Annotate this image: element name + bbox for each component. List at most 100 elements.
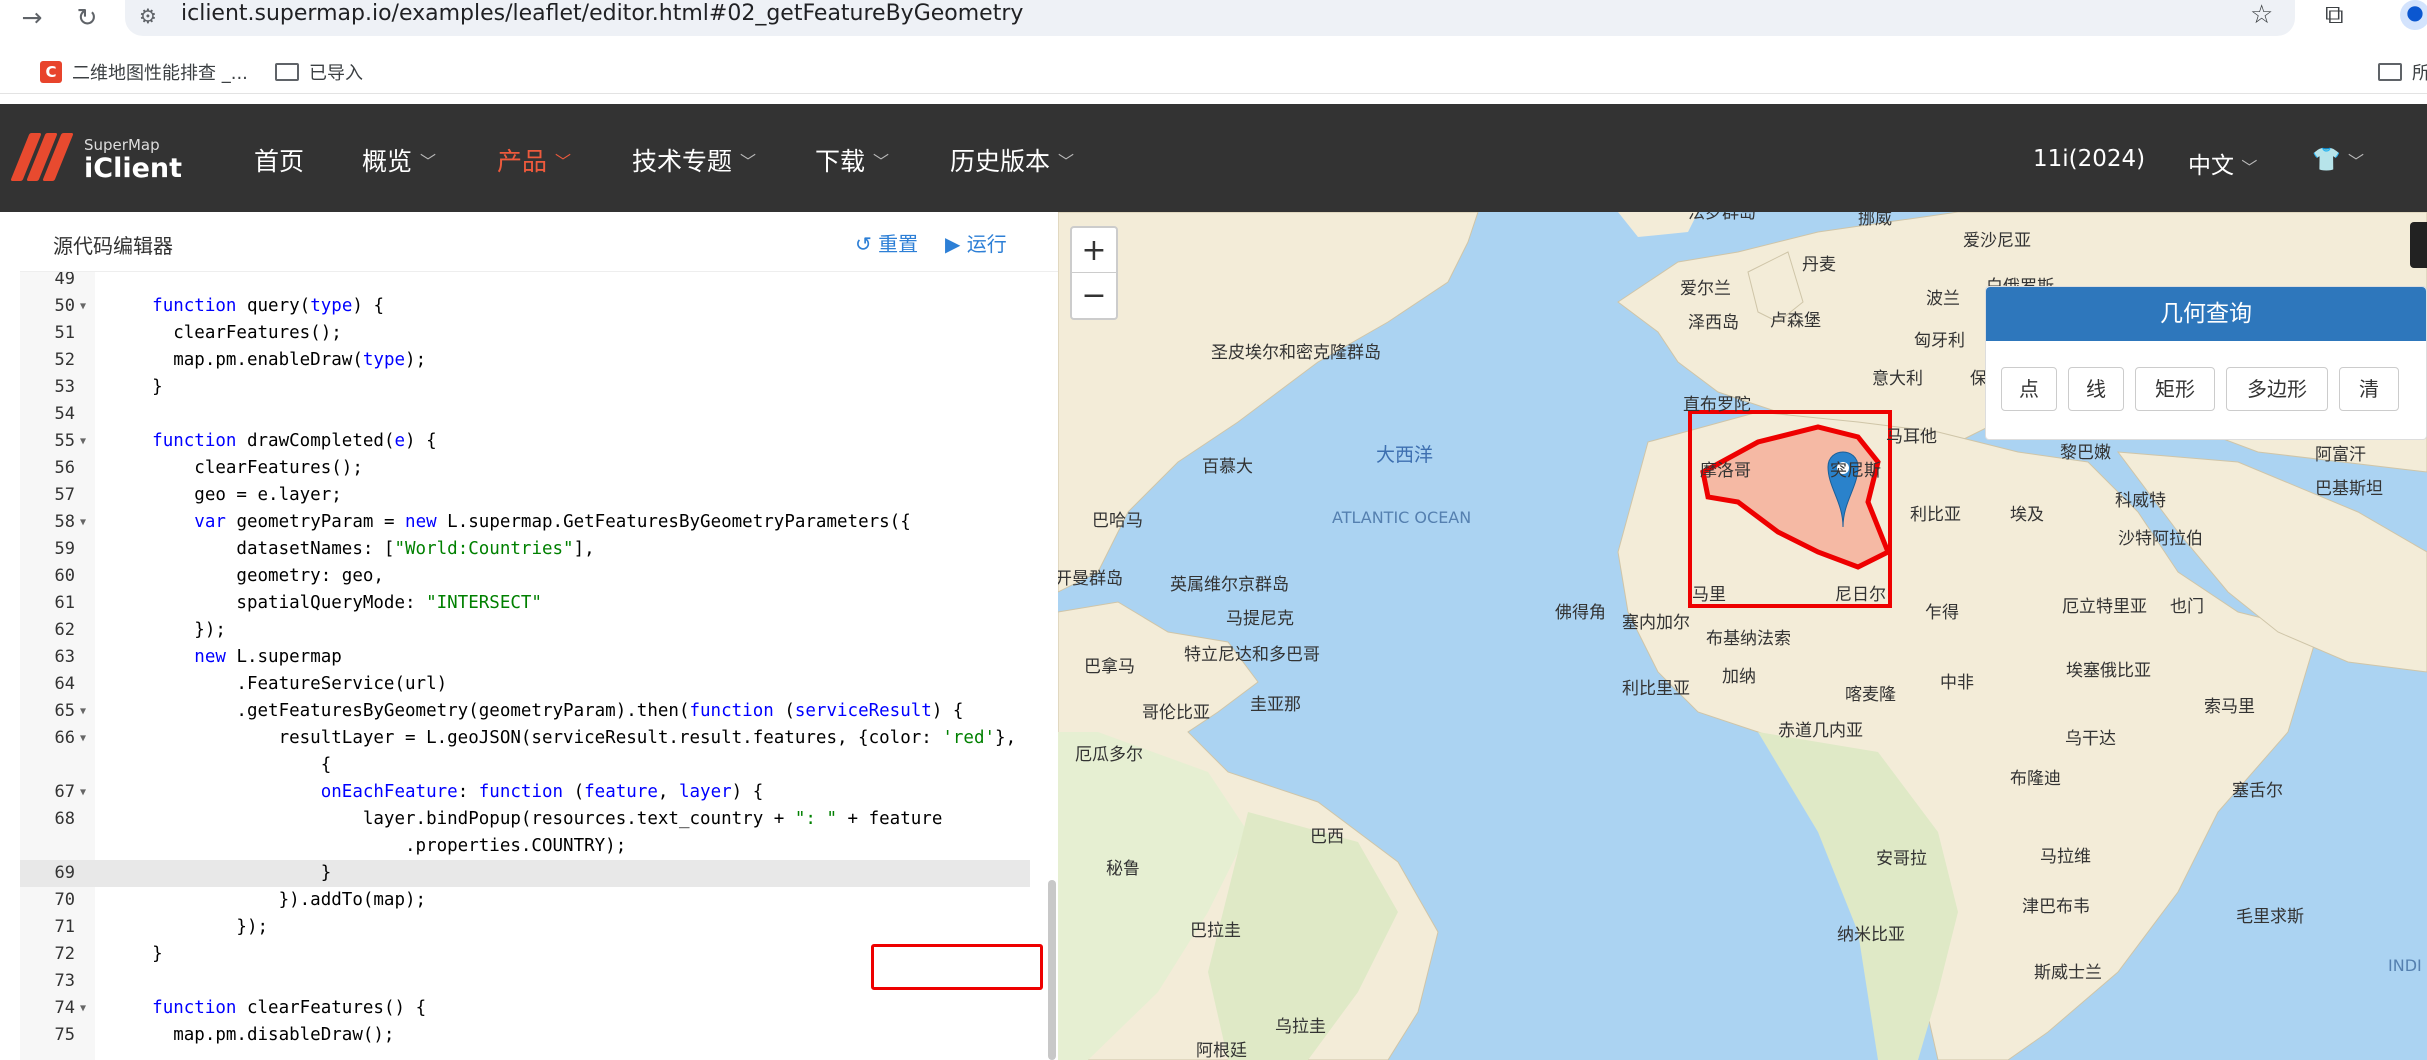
- query-line-button[interactable]: 线: [2068, 367, 2124, 411]
- code-line[interactable]: 66 ▼ resultLayer = L.geoJSON(serviceResul…: [20, 725, 1030, 752]
- code-line[interactable]: 63 new L.supermap: [20, 644, 1030, 671]
- nav-download[interactable]: 下载 ﹀: [815, 142, 889, 178]
- profile-avatar[interactable]: ●: [2400, 0, 2427, 30]
- code-line[interactable]: 59 datasetNames: ["World:Countries"],: [20, 536, 1030, 563]
- map-label: 赤道几内亚: [1778, 721, 1863, 741]
- line-number: 59: [54, 539, 75, 559]
- map-label: 马耳他: [1886, 427, 1937, 447]
- address-bar[interactable]: ⚙ iclient.supermap.io/examples/leaflet/e…: [125, 0, 2295, 36]
- csdn-icon: C: [40, 61, 62, 83]
- code-line[interactable]: 54: [20, 401, 1030, 428]
- fold-icon[interactable]: ▼: [80, 428, 86, 455]
- fullscreen-button[interactable]: [2410, 222, 2427, 268]
- nav-products[interactable]: 产品 ﹀: [497, 142, 571, 178]
- map-label: 布基纳法索: [1706, 629, 1791, 649]
- code-line[interactable]: {: [20, 752, 1030, 779]
- code-text: new L.supermap: [194, 647, 342, 667]
- map-label: 尼日尔: [1835, 585, 1886, 605]
- code-line[interactable]: 65 ▼ .getFeaturesByGeometry(geometryParam…: [20, 698, 1030, 725]
- editor-title: 源代码编辑器: [53, 234, 173, 258]
- code-text: }: [110, 944, 163, 964]
- map-label: 法罗群岛: [1688, 212, 1756, 223]
- fold-icon[interactable]: ▼: [80, 698, 86, 725]
- run-button[interactable]: ▶ 运行: [945, 228, 1007, 257]
- code-line[interactable]: 57 geo = e.layer;: [20, 482, 1030, 509]
- fold-icon[interactable]: ▼: [80, 509, 86, 536]
- fold-icon[interactable]: ▼: [80, 995, 86, 1022]
- language-select[interactable]: 中文 ﹀: [2188, 146, 2257, 180]
- reset-button[interactable]: ↺ 重置: [855, 228, 918, 257]
- code-line[interactable]: 68 layer.bindPopup(resources.text_countr…: [20, 806, 1030, 833]
- code-line[interactable]: 50 ▼ function query(type) {: [20, 293, 1030, 320]
- line-number: 68: [54, 809, 75, 829]
- code-line[interactable]: 60 geometry: geo,: [20, 563, 1030, 590]
- code-line[interactable]: 70 }).addTo(map);: [20, 887, 1030, 914]
- bookmark-folder[interactable]: 已导入: [275, 59, 363, 85]
- nav-home[interactable]: 首页: [254, 142, 304, 178]
- map-label: 埃塞俄比亚: [2066, 661, 2151, 681]
- query-point-button[interactable]: 点: [2001, 367, 2057, 411]
- map-label: 马拉维: [2040, 847, 2091, 867]
- query-polygon-button[interactable]: 多边形: [2226, 367, 2328, 411]
- code-line[interactable]: 51 clearFeatures();: [20, 320, 1030, 347]
- map-label: 厄瓜多尔: [1075, 745, 1143, 765]
- map-label: 巴西: [1310, 827, 1344, 847]
- code-line[interactable]: 67 ▼ onEachFeature: function (feature, la…: [20, 779, 1030, 806]
- version-label[interactable]: 11i(2024): [2033, 146, 2145, 172]
- editor-scrollbar[interactable]: [1048, 880, 1056, 1060]
- line-number: 73: [54, 971, 75, 991]
- code-line[interactable]: 55 ▼ function drawCompleted(e) {: [20, 428, 1030, 455]
- site-info-icon[interactable]: ⚙: [139, 4, 165, 30]
- code-text: resultLayer = L.geoJSON(serviceResult.re…: [110, 728, 1017, 748]
- query-rectangle-button[interactable]: 矩形: [2135, 367, 2215, 411]
- map-label: 马提尼克: [1226, 609, 1294, 629]
- code-area[interactable]: 49 50 ▼ function query(type) {51 clearFeat…: [20, 272, 1060, 1060]
- code-line[interactable]: 64 .FeatureService(url): [20, 671, 1030, 698]
- fold-icon[interactable]: ▼: [80, 725, 86, 752]
- code-text: .getFeaturesByGeometry(geometryParam).th…: [110, 701, 964, 721]
- extensions-icon[interactable]: ⧉: [2325, 0, 2344, 31]
- code-line[interactable]: 53 }: [20, 374, 1030, 401]
- logo-small-text: SuperMap: [84, 136, 160, 154]
- code-line[interactable]: 69 }: [20, 860, 1030, 887]
- reload-icon[interactable]: ↻: [70, 0, 104, 34]
- code-line[interactable]: .properties.COUNTRY);: [20, 833, 1030, 860]
- zoom-out-button[interactable]: −: [1072, 273, 1116, 318]
- bookmark-folder-all[interactable]: 所: [2378, 59, 2427, 85]
- nav-tech-topics[interactable]: 技术专题 ﹀: [632, 142, 756, 178]
- code-line[interactable]: 58 ▼ var geometryParam = new L.supermap.G…: [20, 509, 1030, 536]
- map-label: 波兰: [1926, 289, 1960, 309]
- code-line[interactable]: 74 ▼ function clearFeatures() {: [20, 995, 1030, 1022]
- theme-shirt-icon[interactable]: 👕 ﹀: [2312, 146, 2364, 173]
- bookmark-item[interactable]: C 二维地图性能排查 _...: [40, 59, 248, 85]
- url-text[interactable]: iclient.supermap.io/examples/leaflet/edi…: [181, 1, 1023, 26]
- map-label: 圭亚那: [1250, 695, 1301, 715]
- line-number: 69: [54, 863, 75, 883]
- nav-overview[interactable]: 概览 ﹀: [362, 142, 436, 178]
- line-number: 52: [54, 350, 75, 370]
- map-label: 沙特阿拉伯: [2118, 529, 2203, 549]
- bookmark-star-icon[interactable]: ☆: [2250, 0, 2273, 30]
- code-text: }).addTo(map);: [110, 890, 427, 910]
- code-line[interactable]: 75 map.pm.disableDraw();: [20, 1022, 1030, 1049]
- zoom-in-button[interactable]: +: [1072, 228, 1116, 273]
- code-line[interactable]: 56 clearFeatures();: [20, 455, 1030, 482]
- line-number: 61: [54, 593, 75, 613]
- forward-icon[interactable]: →: [15, 0, 49, 34]
- map-label: 秘鲁: [1106, 859, 1140, 879]
- map-label: 乍得: [1925, 603, 1959, 623]
- code-line[interactable]: 71 });: [20, 914, 1030, 941]
- map-label: 塞舌尔: [2232, 781, 2283, 801]
- bookmark-label: 已导入: [309, 63, 363, 84]
- fold-icon[interactable]: ▼: [80, 779, 86, 806]
- fold-icon[interactable]: ▼: [80, 293, 86, 320]
- code-line[interactable]: 52 map.pm.enableDraw(type);: [20, 347, 1030, 374]
- code-line[interactable]: 49: [20, 272, 1030, 293]
- supermap-logo[interactable]: SuperMap iClient: [10, 130, 182, 190]
- browser-toolbar: → ↻ ⚙ iclient.supermap.io/examples/leafl…: [0, 0, 2427, 42]
- clear-button[interactable]: 清: [2339, 367, 2399, 411]
- line-number: 71: [54, 917, 75, 937]
- code-line[interactable]: 62 });: [20, 617, 1030, 644]
- nav-history[interactable]: 历史版本 ﹀: [950, 142, 1074, 178]
- code-line[interactable]: 61 spatialQueryMode: "INTERSECT": [20, 590, 1030, 617]
